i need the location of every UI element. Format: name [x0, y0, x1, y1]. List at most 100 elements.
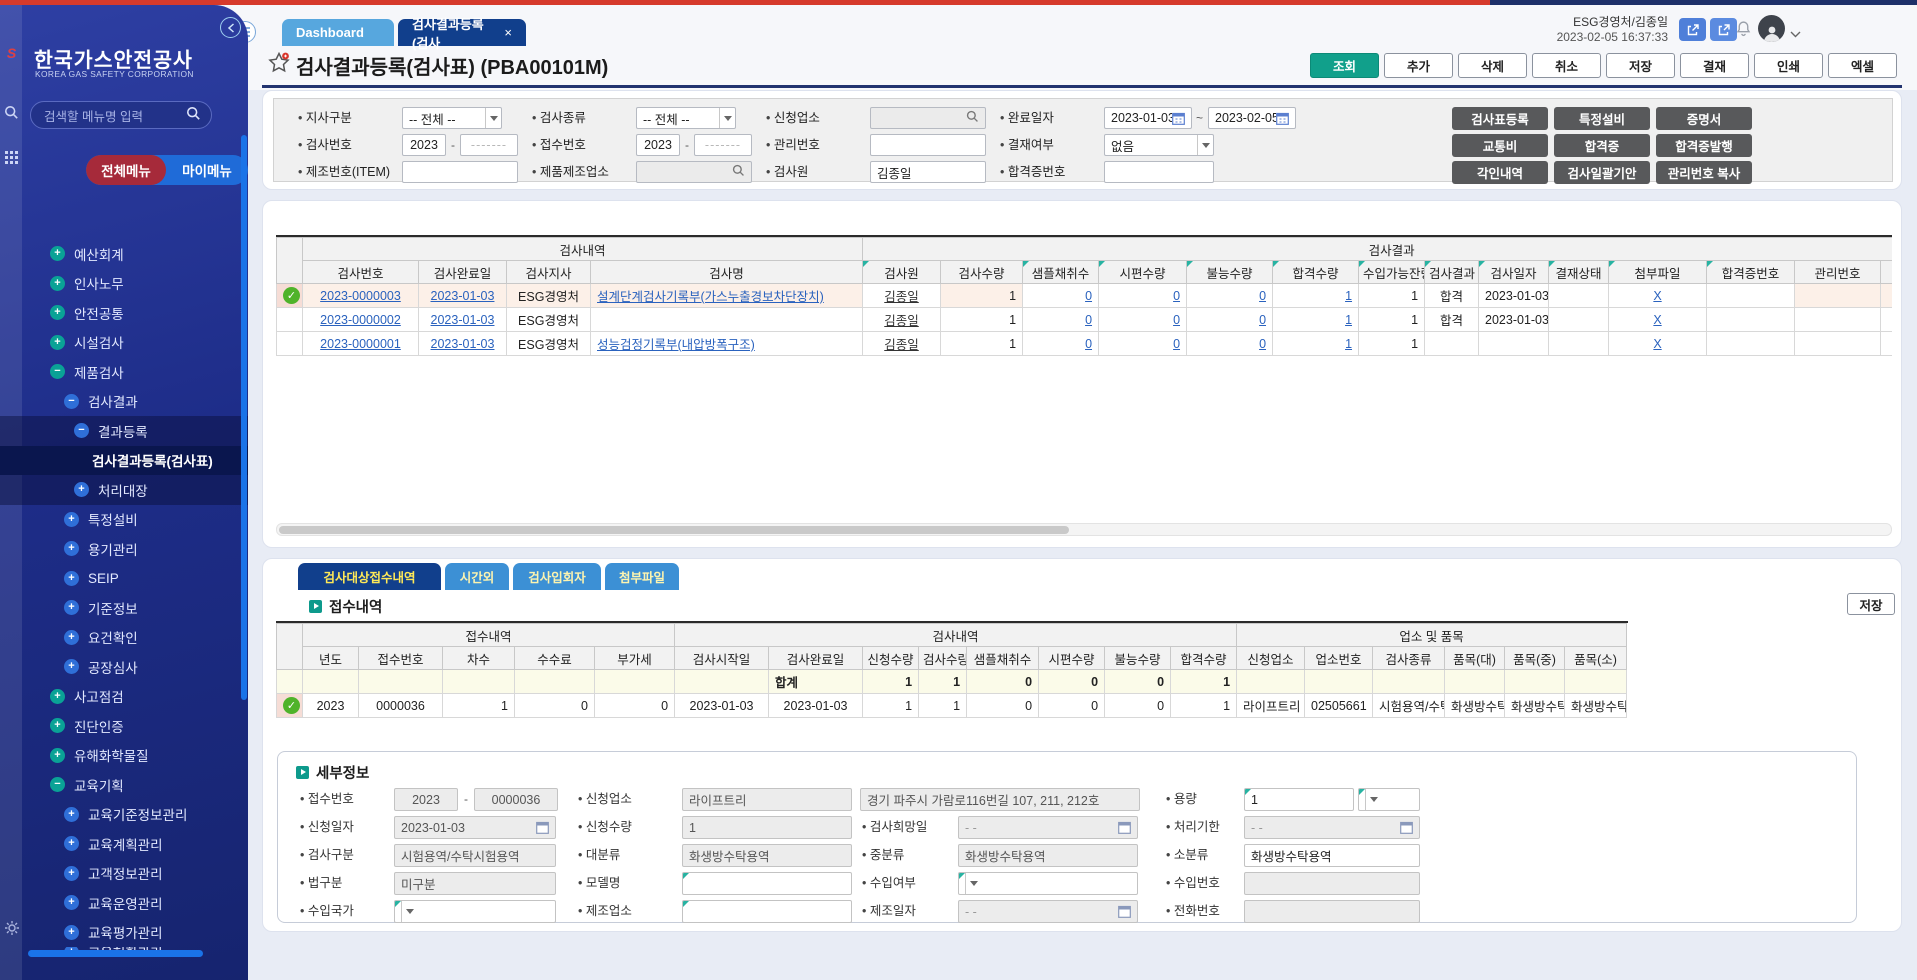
header-cell[interactable]: 신청업소 [1237, 647, 1305, 670]
header-cell[interactable]: 샘플채취수 [967, 647, 1039, 670]
sidebar-item-insp-sheet-active[interactable]: 검사결과등록(검사표) [0, 446, 248, 476]
cell[interactable]: 1 [1273, 332, 1359, 356]
header-cell[interactable]: 검사일자 [1479, 261, 1549, 284]
sidebar-item-hr[interactable]: +인사노무 [0, 269, 248, 299]
insp-sheet-reg-button[interactable]: 검사표등록 [1452, 107, 1548, 130]
detail-import-yn-select[interactable] [958, 872, 1138, 895]
cell[interactable]: 1 [941, 284, 1023, 308]
cell[interactable]: 1 [941, 308, 1023, 332]
cell[interactable]: 화생방수탁용역 [1445, 694, 1505, 718]
product-maker-lookup-input[interactable] [636, 161, 752, 183]
approval-select[interactable]: 없음 [1104, 134, 1214, 156]
sidebar-vertical-scrollbar[interactable] [241, 135, 247, 700]
header-cell[interactable]: 검사시작일 [675, 647, 769, 670]
header-cell[interactable]: 불능수량 [1105, 647, 1171, 670]
complete-date-to[interactable]: 2023-02-05 [1208, 107, 1296, 129]
header-cell[interactable]: 관리번호 [1795, 261, 1881, 284]
cell[interactable]: ✓ [277, 284, 303, 308]
header-cell[interactable]: 시편수량 [1099, 261, 1187, 284]
header-cell[interactable]: 샘플채취수 [1023, 261, 1099, 284]
header-cell[interactable]: 검사종류 [1373, 647, 1445, 670]
header-cell[interactable]: 검사수량 [919, 647, 967, 670]
cell[interactable]: 0 [1187, 284, 1273, 308]
cell[interactable]: 김종일 [863, 332, 941, 356]
cell-link[interactable]: 0 [1085, 313, 1092, 327]
sidebar-item-result-reg[interactable]: −결과등록 [0, 416, 248, 446]
cell[interactable] [1881, 332, 1892, 356]
sidebar-item-accident[interactable]: +사고점검 [0, 682, 248, 712]
header-cell[interactable]: 신청수량 [863, 647, 919, 670]
cell[interactable]: X [1609, 332, 1707, 356]
cell-link[interactable]: 1 [1345, 289, 1352, 303]
external-link-icon[interactable] [1679, 18, 1706, 41]
cell-link[interactable]: 1 [1345, 337, 1352, 351]
cell[interactable]: 2023-0000002 [303, 308, 419, 332]
cell[interactable]: 합격 [1425, 308, 1479, 332]
branch-select[interactable]: -- 전체 -- [402, 107, 502, 129]
header-cell[interactable]: 업소번호 [1305, 647, 1373, 670]
sidebar-item-edu-planning[interactable]: +교육계획관리 [0, 829, 248, 859]
cell[interactable] [591, 308, 863, 332]
cell-link[interactable]: 2023-0000001 [320, 337, 401, 351]
tab-receipt-detail[interactable]: 검사대상접수내역 [298, 563, 441, 590]
header-cell[interactable]: 검사원 [863, 261, 941, 284]
cell[interactable]: 성능검정기록부(내압방폭구조) [591, 332, 863, 356]
pass-cert-issue-button[interactable]: 합격증발행 [1656, 134, 1752, 157]
add-button[interactable]: 추가 [1384, 53, 1453, 78]
cell[interactable]: 1 [1171, 694, 1237, 718]
special-equip-button[interactable]: 특정설비 [1554, 107, 1650, 130]
cell[interactable]: 1 [1359, 308, 1425, 332]
menu-search-input[interactable]: 검색할 메뉴명 입력 [30, 101, 212, 129]
insp-type-select[interactable]: -- 전체 -- [636, 107, 736, 129]
cell[interactable]: 2023-01-03 [419, 284, 507, 308]
header-cell[interactable]: 합격수량 [1171, 647, 1237, 670]
cell[interactable] [1549, 284, 1609, 308]
cell[interactable]: 0 [595, 694, 675, 718]
cell[interactable]: 2023-01-03 [1479, 308, 1549, 332]
sidebar-item-insp-result[interactable]: −검사결과 [0, 387, 248, 417]
sidebar-item-special-equip[interactable]: +특정설비 [0, 505, 248, 535]
header-cell[interactable]: 품목(중) [1505, 647, 1565, 670]
header-cell[interactable]: 품목(대) [1445, 647, 1505, 670]
cell-link[interactable]: 김종일 [884, 290, 919, 304]
cell[interactable]: ESG경영처 [507, 284, 591, 308]
applicant-lookup-input[interactable] [870, 107, 986, 129]
tab-active-page[interactable]: 검사결과등록(검사 × [398, 19, 526, 46]
header-cell[interactable]: 검사완료일 [419, 261, 507, 284]
sidebar-item-diagnosis[interactable]: +진단인증 [0, 711, 248, 741]
header-cell[interactable]: 제 [1881, 261, 1892, 284]
sidebar-item-seip[interactable]: +SEIP [0, 564, 248, 594]
sidebar-item-edu-plan[interactable]: −교육기획 [0, 770, 248, 800]
sidebar-item-hazard-chem[interactable]: +유해화학물질 [0, 741, 248, 771]
receipt-save-button[interactable]: 저장 [1847, 593, 1895, 615]
header-cell[interactable]: 검사완료일 [769, 647, 863, 670]
cell-link[interactable]: 설계단계검사기록부(가스누출경보차단장치) [597, 290, 824, 304]
cell[interactable] [1707, 332, 1795, 356]
excel-button[interactable]: 엑셀 [1828, 53, 1897, 78]
cell[interactable]: 1 [863, 694, 919, 718]
cell[interactable]: 1 [1273, 308, 1359, 332]
cell[interactable]: 0 [1099, 332, 1187, 356]
header-cell[interactable]: 첨부파일 [1609, 261, 1707, 284]
sidebar-item-facility[interactable]: +시설검사 [0, 328, 248, 358]
cell[interactable]: 0 [1187, 332, 1273, 356]
detail-model-input[interactable] [682, 872, 852, 895]
header-cell[interactable]: 합격증번호 [1707, 261, 1795, 284]
table-row[interactable]: ✓ 2023 0000036 1 0 0 2023-01-03 2023-01-… [277, 694, 1627, 718]
table-row[interactable]: 2023-0000001 2023-01-03 ESG경영처 성능검정기록부(내… [277, 332, 1893, 356]
search-icon[interactable] [732, 164, 745, 180]
cancel-button[interactable]: 취소 [1532, 53, 1601, 78]
cell[interactable]: 0 [967, 694, 1039, 718]
cell[interactable]: 0 [1105, 694, 1171, 718]
sidebar-item-process-ledger[interactable]: +처리대장 [0, 475, 248, 505]
cell-link[interactable]: 0 [1173, 289, 1180, 303]
cell[interactable]: 2023-01-03 [1479, 284, 1549, 308]
cell[interactable] [1795, 284, 1881, 308]
grid-horizontal-scrollbar[interactable] [276, 523, 1892, 536]
cell-link[interactable]: 김종일 [884, 338, 919, 352]
detail-capacity-unit-select[interactable] [1358, 788, 1420, 811]
cell[interactable]: 1 [1359, 332, 1425, 356]
cell[interactable]: 라이프트리 [1237, 694, 1305, 718]
sidebar-item-budget[interactable]: +예산회계 [0, 239, 248, 269]
detail-import-country-select[interactable] [394, 900, 556, 923]
